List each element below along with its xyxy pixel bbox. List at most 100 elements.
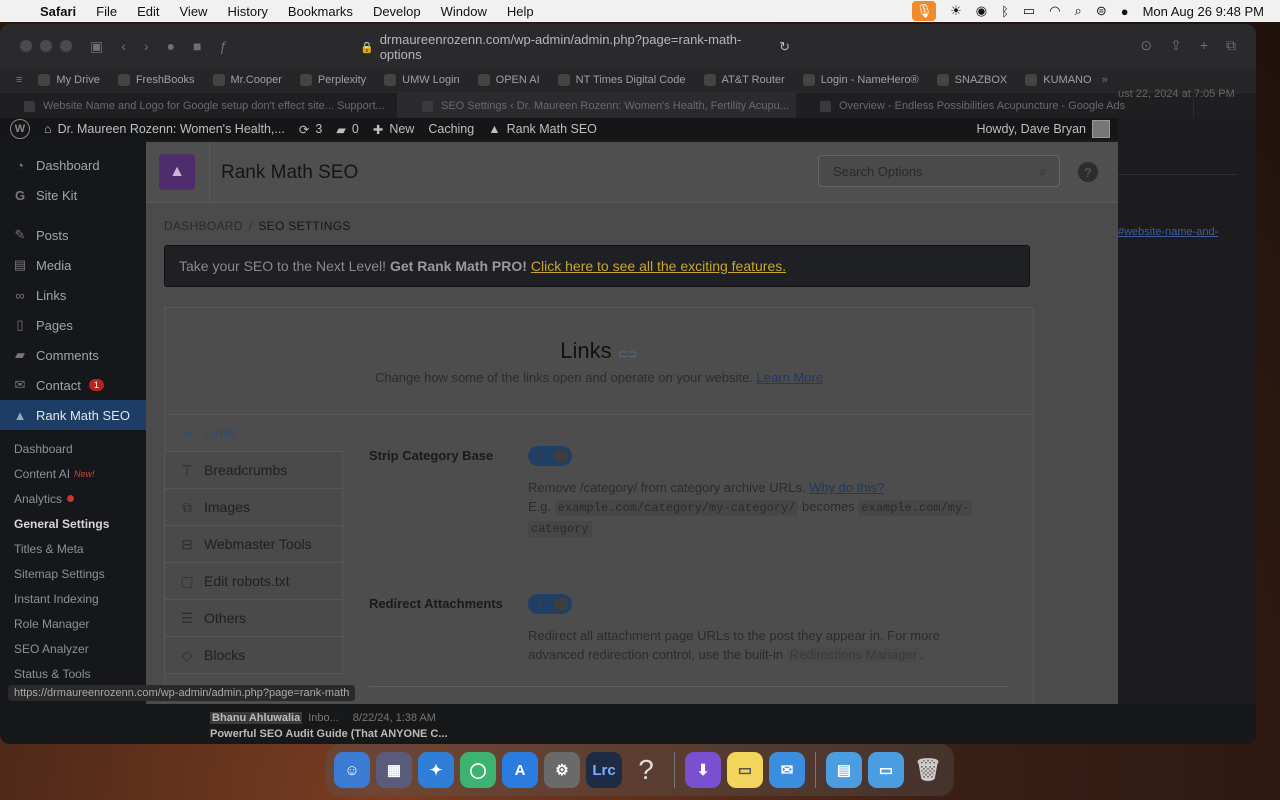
siri-icon[interactable]: ● — [1121, 4, 1129, 19]
formula-icon[interactable]: ƒ — [220, 38, 228, 54]
admin-updates[interactable]: ⟳ 3 — [299, 122, 322, 137]
zoom-window-button[interactable] — [60, 40, 72, 52]
folder-icon[interactable]: ▭ — [868, 752, 904, 788]
wifi-icon[interactable]: ◠ — [1049, 3, 1060, 19]
mail-icon[interactable]: ✉ — [769, 752, 805, 788]
record-icon[interactable]: ◉ — [976, 3, 987, 19]
favorite-link[interactable]: Login - NameHero® — [802, 74, 919, 86]
close-window-button[interactable] — [20, 40, 32, 52]
tab-images[interactable]: ⧉ Images — [165, 489, 343, 526]
tab-breadcrumbs[interactable]: ⊤ Breadcrumbs — [165, 452, 343, 489]
search-options-box[interactable]: ⌕ — [818, 155, 1060, 187]
control-center-icon[interactable]: ⊜ — [1096, 3, 1107, 19]
extension-icon[interactable]: ● — [167, 38, 175, 54]
mail-list-item[interactable]: Bhanu Ahluwalia Inbo... 8/22/24, 1:38 AM P… — [210, 712, 448, 740]
brightness-icon[interactable]: ☀ — [950, 3, 962, 19]
submenu-sitemap-settings[interactable]: Sitemap Settings — [0, 561, 146, 586]
favorite-link[interactable]: FreshBooks — [117, 74, 195, 86]
reload-icon[interactable]: ↻ — [779, 39, 790, 55]
spotlight-search-icon[interactable]: ⌕ — [1075, 3, 1082, 19]
breadcrumb-dashboard[interactable]: DASHBOARD — [164, 219, 243, 233]
sidebar-item-posts[interactable]: ✎ Posts — [0, 220, 146, 250]
sidebar-item-comments[interactable]: ▰ Comments — [0, 340, 146, 370]
bluetooth-icon[interactable]: ᛒ — [1001, 4, 1009, 19]
tab-blocks[interactable]: ◇ Blocks — [165, 637, 343, 674]
wordpress-logo-icon[interactable]: W — [10, 119, 30, 139]
submenu-analytics[interactable]: Analytics — [0, 486, 146, 511]
forward-icon[interactable]: › — [144, 38, 149, 54]
favorite-link[interactable]: OPEN AI — [477, 74, 540, 86]
browser-tab-active[interactable]: SEO Settings ‹ Dr. Maureen Rozenn: Women… — [398, 93, 796, 119]
submenu-general-settings[interactable]: General Settings — [0, 511, 146, 536]
learn-more-link[interactable]: Learn More — [757, 370, 823, 385]
redirect-attachments-toggle[interactable] — [528, 594, 572, 614]
tab-links[interactable]: ∞ Links — [165, 415, 343, 452]
admin-rankmath[interactable]: ▲ Rank Math SEO — [488, 122, 597, 136]
admin-howdy[interactable]: Howdy, Dave Bryan — [976, 120, 1110, 138]
menu-app-name[interactable]: Safari — [40, 4, 76, 19]
menu-file[interactable]: File — [96, 4, 117, 19]
submenu-content-ai[interactable]: Content AI New! — [0, 461, 146, 486]
admin-caching[interactable]: Caching — [428, 122, 474, 136]
tab-others[interactable]: ☰ Others — [165, 600, 343, 637]
favorite-link[interactable]: NT Times Digital Code — [557, 74, 686, 86]
favorite-link[interactable]: AT&T Router — [703, 74, 785, 86]
submenu-status-tools[interactable]: Status & Tools — [0, 661, 146, 686]
browser-tab[interactable]: Website Name and Logo for Google setup d… — [0, 93, 398, 119]
redirections-manager-link[interactable]: Redirections Manager — [786, 647, 920, 662]
background-page-link[interactable]: #website-name-and- — [1118, 226, 1218, 238]
share-icon[interactable]: ⇪ — [1170, 37, 1182, 54]
bookmarks-list-icon[interactable]: ≡ — [16, 74, 22, 86]
menubar-clock[interactable]: Mon Aug 26 9:48 PM — [1143, 4, 1264, 19]
launchpad-icon[interactable]: ▦ — [376, 752, 412, 788]
menu-window[interactable]: Window — [441, 4, 487, 19]
favorite-link[interactable]: Mr.Cooper — [212, 74, 282, 86]
menu-edit[interactable]: Edit — [137, 4, 159, 19]
messages-icon[interactable]: ◯ — [460, 752, 496, 788]
sidebar-toggle-icon[interactable]: ▣ — [90, 38, 103, 55]
chevron-right-icon[interactable]: » — [1102, 74, 1108, 86]
safari-icon[interactable]: ✦ — [418, 752, 454, 788]
sidebar-item-dashboard[interactable]: ◔ Dashboard — [0, 150, 146, 180]
tab-webmaster-tools[interactable]: ⊟ Webmaster Tools — [165, 526, 343, 563]
microphone-icon[interactable]: 🎙 — [912, 1, 937, 21]
download-icon[interactable]: ⊙ — [1140, 37, 1152, 54]
finder-icon[interactable]: ☺ — [334, 752, 370, 788]
downloads-folder-icon[interactable]: ▤ — [826, 752, 862, 788]
address-bar[interactable]: 🔒 drmaureenrozenn.com/wp-admin/admin.php… — [360, 32, 790, 62]
submenu-titles-meta[interactable]: Titles & Meta — [0, 536, 146, 561]
submenu-seo-analyzer[interactable]: SEO Analyzer — [0, 636, 146, 661]
sidebar-item-contact[interactable]: ✉ Contact 1 — [0, 370, 146, 400]
system-settings-icon[interactable]: ⚙ — [544, 752, 580, 788]
battery-icon[interactable]: ▭ — [1023, 3, 1035, 19]
minimize-window-button[interactable] — [40, 40, 52, 52]
shield-icon[interactable]: ■ — [193, 38, 201, 54]
sidebar-item-site-kit[interactable]: G Site Kit — [0, 180, 146, 210]
admin-comments[interactable]: ▰ 0 — [336, 122, 359, 137]
lightroom-icon[interactable]: Lrc — [586, 752, 622, 788]
menu-view[interactable]: View — [180, 4, 208, 19]
favorite-link[interactable]: UMW Login — [384, 74, 460, 86]
new-tab-icon[interactable]: + — [1200, 37, 1208, 54]
pro-features-link[interactable]: Click here to see all the exciting featu… — [531, 258, 786, 274]
app-store-icon[interactable]: A — [502, 752, 538, 788]
menu-develop[interactable]: Develop — [373, 4, 421, 19]
admin-site-name[interactable]: ⌂ Dr. Maureen Rozenn: Women's Health,... — [44, 122, 285, 136]
favorite-link[interactable]: Perplexity — [299, 74, 366, 86]
sidebar-item-links[interactable]: ∞ Links — [0, 280, 146, 310]
menu-history[interactable]: History — [227, 4, 267, 19]
favorite-folder[interactable]: KUMANO — [1025, 74, 1092, 86]
downloads-app-icon[interactable]: ⬇ — [685, 752, 721, 788]
help-icon[interactable]: ? — [1078, 162, 1098, 182]
admin-new[interactable]: ✚ New — [373, 122, 415, 137]
trash-icon[interactable]: 🗑 — [910, 752, 946, 788]
tab-overview-icon[interactable]: ⧉ — [1226, 37, 1236, 54]
menu-bookmarks[interactable]: Bookmarks — [288, 4, 353, 19]
favorite-link[interactable]: My Drive — [38, 74, 100, 86]
back-icon[interactable]: ‹ — [121, 38, 126, 54]
search-icon[interactable]: ⌕ — [1039, 163, 1047, 180]
tab-edit-robots[interactable]: ▢ Edit robots.txt — [165, 563, 343, 600]
sidebar-item-pages[interactable]: ▯ Pages — [0, 310, 146, 340]
sidebar-item-rank-math[interactable]: ▲ Rank Math SEO — [0, 400, 146, 430]
menu-help[interactable]: Help — [507, 4, 534, 19]
